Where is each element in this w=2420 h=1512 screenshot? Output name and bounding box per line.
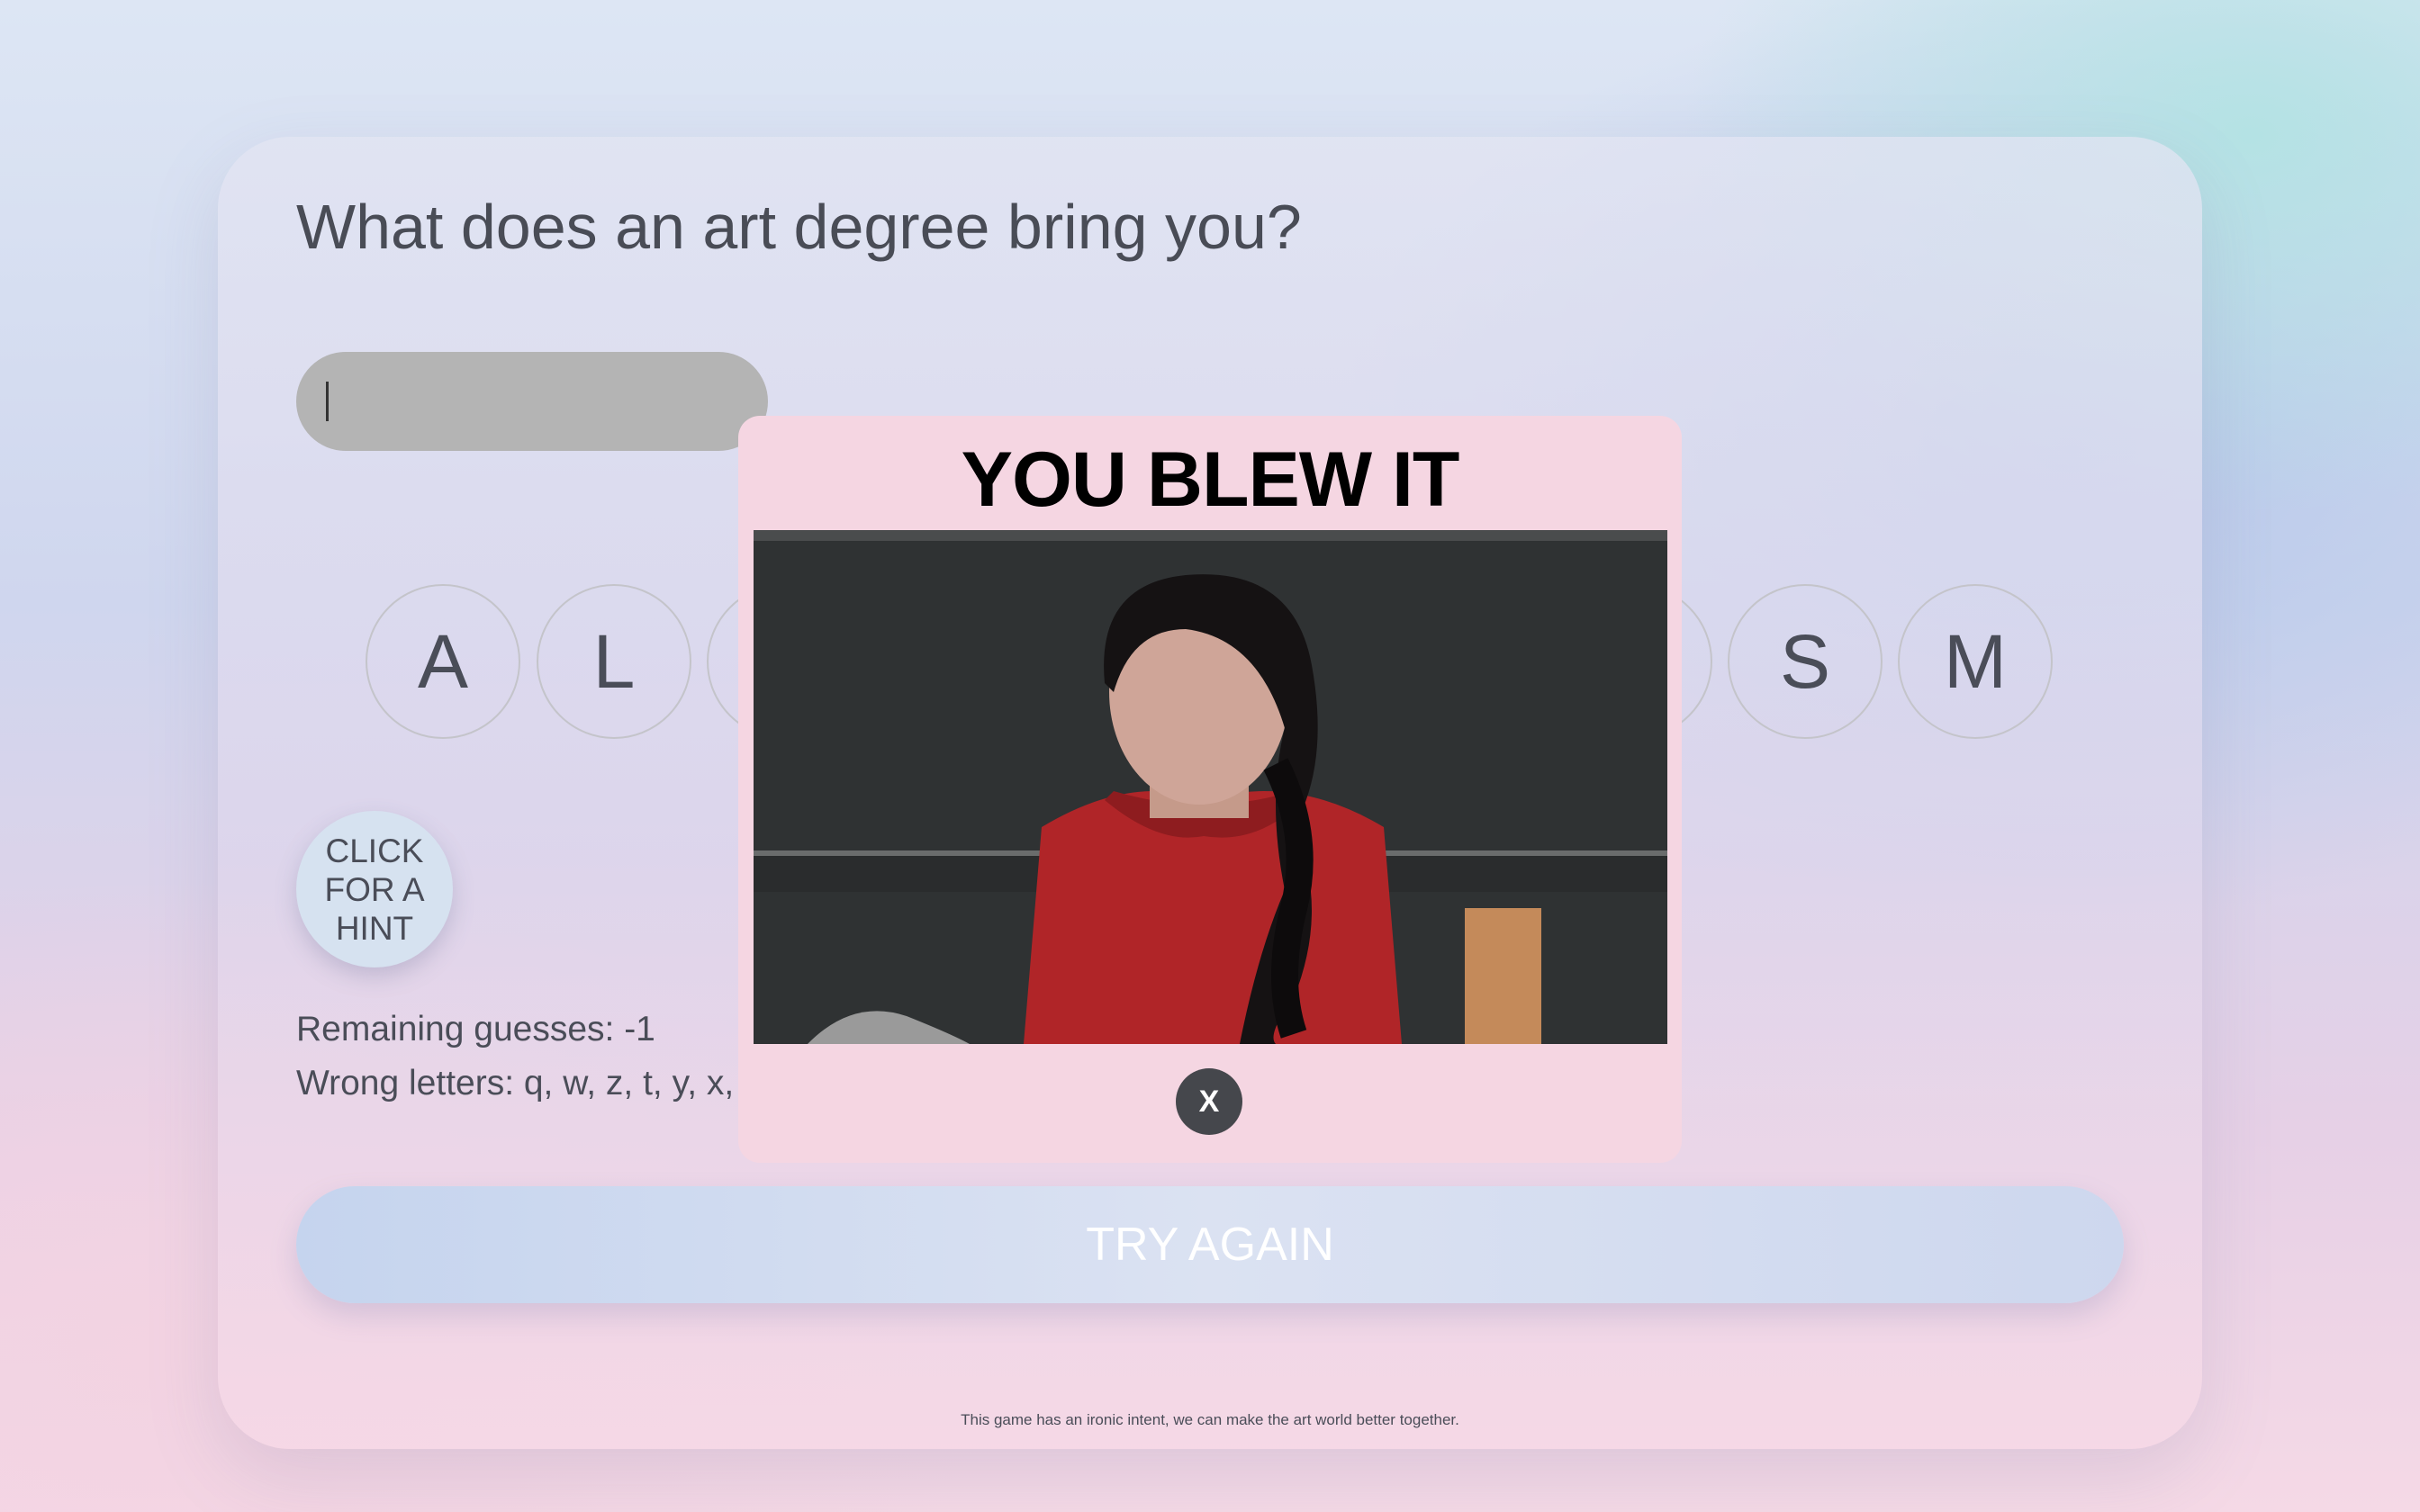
remaining-guesses: Remaining guesses: -1 xyxy=(296,1010,655,1048)
letter-tile: S xyxy=(1728,584,1883,739)
modal-title: YOU BLEW IT xyxy=(961,436,1460,523)
text-caret xyxy=(326,382,329,421)
wrong-letters: Wrong letters: q, w, z, t, y, x, j, xyxy=(296,1064,762,1102)
letter-tile: A xyxy=(366,584,520,739)
try-again-button[interactable]: TRY AGAIN xyxy=(296,1186,2124,1303)
close-button[interactable]: X xyxy=(1176,1068,1242,1135)
letter-tile: M xyxy=(1898,584,2053,739)
guess-input[interactable] xyxy=(296,352,768,451)
reaction-gif xyxy=(754,530,1667,1044)
result-modal: YOU BLEW IT X xyxy=(738,416,1682,1163)
letter-tile: L xyxy=(537,584,691,739)
hint-button[interactable]: CLICK FOR A HINT xyxy=(296,811,453,968)
question-text: What does an art degree bring you? xyxy=(296,192,1302,262)
footer-note: This game has an ironic intent, we can m… xyxy=(961,1411,1459,1428)
